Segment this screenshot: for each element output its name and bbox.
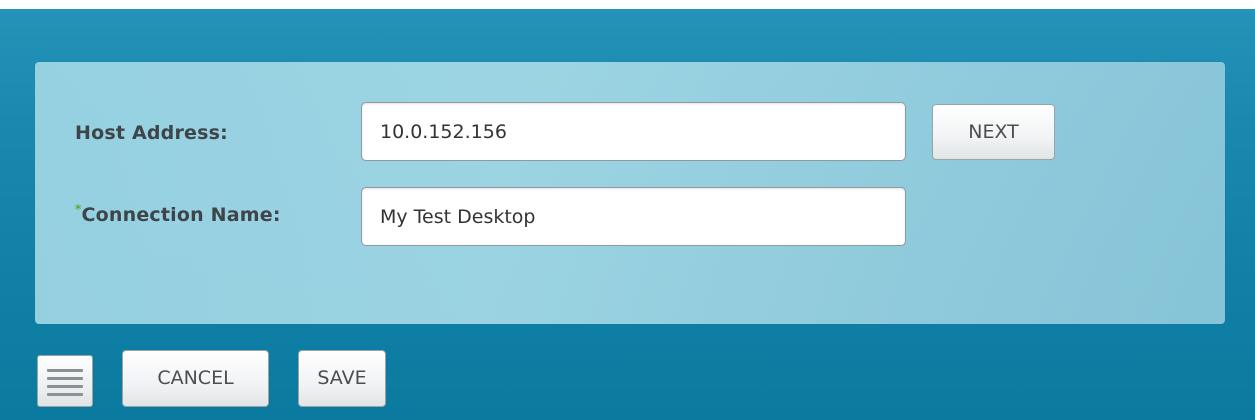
connection-name-input[interactable] [361,187,906,246]
host-address-input[interactable] [361,102,906,161]
host-address-label: Host Address: [75,122,228,144]
menu-icon-bar [47,377,83,380]
menu-icon-bar [47,393,83,396]
menu-icon-bar [47,385,83,388]
connection-name-label: *Connection Name: [75,202,281,226]
connection-settings-panel: Host Address: NEXT *Connection Name: [35,62,1225,324]
connection-name-label-text: Connection Name: [81,204,281,226]
required-marker: * [75,202,82,216]
save-button[interactable]: SAVE [298,350,386,407]
cancel-button[interactable]: CANCEL [122,350,269,407]
next-button[interactable]: NEXT [932,104,1055,160]
menu-icon-bar [47,369,83,372]
host-address-label-text: Host Address: [75,122,228,144]
hamburger-menu-icon[interactable] [37,355,93,407]
